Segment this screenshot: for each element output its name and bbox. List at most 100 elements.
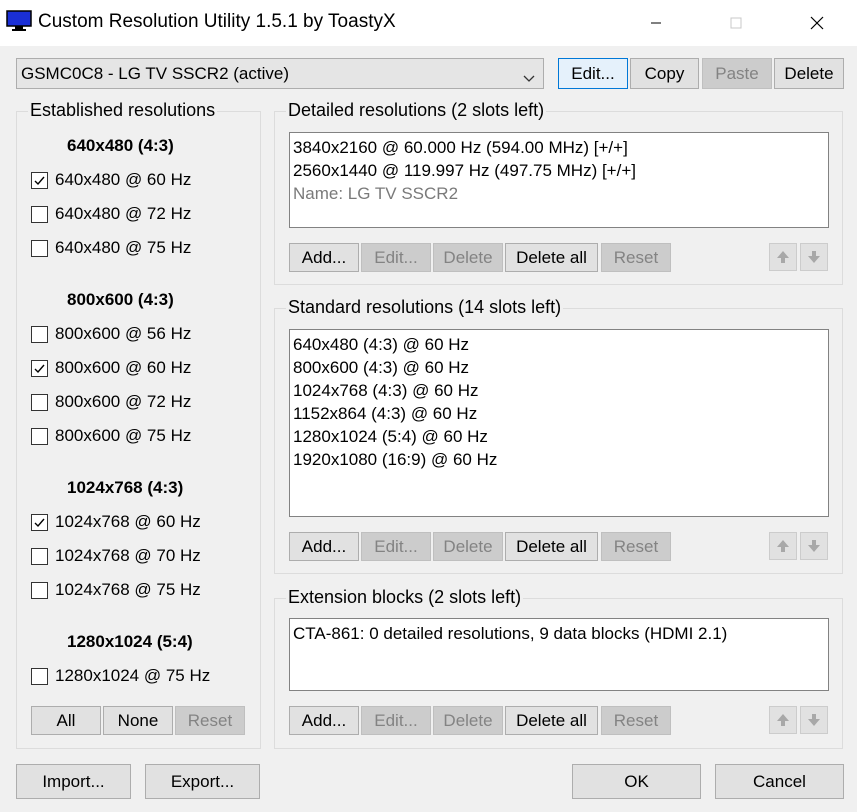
checkbox-box[interactable] [31, 205, 48, 223]
checkmark-icon [34, 364, 45, 373]
extension-title: Extension blocks (2 slots left) [286, 587, 524, 608]
standard-delete-button[interactable]: Delete [433, 532, 503, 561]
monitor-icon [6, 10, 32, 32]
checkmark-icon [34, 518, 45, 527]
detailed-title: Detailed resolutions (2 slots left) [286, 100, 547, 121]
checkbox-label: 640x480 @ 60 Hz [55, 170, 192, 189]
group-heading: 640x480 (4:3) [67, 136, 174, 155]
list-item[interactable]: 1280x1024 (5:4) @ 60 Hz [293, 425, 825, 448]
list-item[interactable]: 640x480 (4:3) @ 60 Hz [293, 333, 825, 356]
checkbox-1024x768-70[interactable]: 1024x768 @ 70 Hz [31, 545, 201, 567]
detailed-reset-button[interactable]: Reset [601, 243, 671, 272]
checkbox-800x600-72[interactable]: 800x600 @ 72 Hz [31, 391, 191, 413]
list-item[interactable]: 1024x768 (4:3) @ 60 Hz [293, 379, 825, 402]
cancel-button[interactable]: Cancel [715, 764, 844, 799]
select-all-button[interactable]: All [31, 706, 101, 735]
list-item[interactable]: 1152x864 (4:3) @ 60 Hz [293, 402, 825, 425]
arrow-up-icon [777, 251, 789, 263]
move-up-button[interactable] [769, 532, 797, 560]
arrow-down-icon [808, 540, 820, 552]
arrow-down-icon [808, 251, 820, 263]
standard-title: Standard resolutions (14 slots left) [286, 297, 564, 318]
checkbox-label: 800x600 @ 60 Hz [55, 358, 192, 377]
checkbox-box[interactable] [31, 581, 48, 599]
select-none-button[interactable]: None [103, 706, 173, 735]
move-up-button[interactable] [769, 243, 797, 271]
checkbox-box[interactable] [31, 427, 48, 445]
checkbox-1280x1024-75[interactable]: 1280x1024 @ 75 Hz [31, 665, 210, 687]
extension-list[interactable]: CTA-861: 0 detailed resolutions, 9 data … [289, 618, 829, 691]
checkbox-box[interactable] [31, 667, 48, 685]
checkbox-800x600-75[interactable]: 800x600 @ 75 Hz [31, 425, 191, 447]
checkbox-800x600-56[interactable]: 800x600 @ 56 Hz [31, 323, 191, 345]
edit-display-button[interactable]: Edit... [558, 58, 628, 89]
move-down-button[interactable] [800, 532, 828, 560]
detailed-delete-button[interactable]: Delete [433, 243, 503, 272]
standard-reset-button[interactable]: Reset [601, 532, 671, 561]
standard-edit-button[interactable]: Edit... [361, 532, 431, 561]
checkbox-label: 640x480 @ 75 Hz [55, 238, 192, 257]
checkbox-label: 1280x1024 @ 75 Hz [55, 666, 211, 685]
checkbox-box[interactable] [31, 513, 48, 531]
display-select[interactable]: GSMC0C8 - LG TV SSCR2 (active) [16, 58, 544, 89]
established-title: Established resolutions [28, 100, 218, 121]
checkbox-label: 800x600 @ 72 Hz [55, 392, 192, 411]
chevron-down-icon [523, 68, 535, 82]
arrow-up-icon [777, 714, 789, 726]
list-item[interactable]: 1920x1080 (16:9) @ 60 Hz [293, 448, 825, 471]
extension-reset-button[interactable]: Reset [601, 706, 671, 735]
standard-delete-all-button[interactable]: Delete all [505, 532, 598, 561]
display-select-value: GSMC0C8 - LG TV SSCR2 (active) [21, 64, 289, 83]
close-button[interactable] [797, 4, 837, 42]
list-item[interactable]: 3840x2160 @ 60.000 Hz (594.00 MHz) [+/+] [293, 136, 825, 159]
checkbox-box[interactable] [31, 547, 48, 565]
arrow-up-icon [777, 540, 789, 552]
delete-display-button[interactable]: Delete [774, 58, 844, 89]
checkbox-box[interactable] [31, 325, 48, 343]
extension-edit-button[interactable]: Edit... [361, 706, 431, 735]
checkbox-label: 800x600 @ 56 Hz [55, 324, 192, 343]
extension-add-button[interactable]: Add... [289, 706, 359, 735]
copy-button[interactable]: Copy [630, 58, 699, 89]
paste-button[interactable]: Paste [702, 58, 772, 89]
title-bar[interactable]: Custom Resolution Utility 1.5.1 by Toast… [0, 0, 857, 46]
detailed-list[interactable]: 3840x2160 @ 60.000 Hz (594.00 MHz) [+/+]… [289, 132, 829, 228]
standard-add-button[interactable]: Add... [289, 532, 359, 561]
move-down-button[interactable] [800, 243, 828, 271]
extension-delete-all-button[interactable]: Delete all [505, 706, 598, 735]
checkbox-box[interactable] [31, 359, 48, 377]
checkbox-1024x768-60[interactable]: 1024x768 @ 60 Hz [31, 511, 201, 533]
group-heading: 800x600 (4:3) [67, 290, 174, 309]
standard-list[interactable]: 640x480 (4:3) @ 60 Hz 800x600 (4:3) @ 60… [289, 329, 829, 517]
import-button[interactable]: Import... [16, 764, 131, 799]
list-item[interactable]: 2560x1440 @ 119.997 Hz (497.75 MHz) [+/+… [293, 159, 825, 182]
ok-button[interactable]: OK [572, 764, 701, 799]
checkbox-box[interactable] [31, 239, 48, 257]
detailed-delete-all-button[interactable]: Delete all [505, 243, 598, 272]
maximize-button[interactable] [716, 4, 756, 42]
group-heading: 1280x1024 (5:4) [67, 632, 193, 651]
checkbox-640x480-75[interactable]: 640x480 @ 75 Hz [31, 237, 191, 259]
list-item[interactable]: 800x600 (4:3) @ 60 Hz [293, 356, 825, 379]
extension-delete-button[interactable]: Delete [433, 706, 503, 735]
window-title: Custom Resolution Utility 1.5.1 by Toast… [38, 11, 396, 32]
minimize-button[interactable] [636, 4, 676, 42]
move-down-button[interactable] [800, 706, 828, 734]
arrow-down-icon [808, 714, 820, 726]
list-item[interactable]: CTA-861: 0 detailed resolutions, 9 data … [293, 622, 825, 645]
detailed-add-button[interactable]: Add... [289, 243, 359, 272]
checkbox-640x480-72[interactable]: 640x480 @ 72 Hz [31, 203, 191, 225]
checkbox-label: 800x600 @ 75 Hz [55, 426, 192, 445]
established-reset-button[interactable]: Reset [175, 706, 245, 735]
list-item[interactable]: Name: LG TV SSCR2 [293, 182, 825, 205]
checkbox-label: 1024x768 @ 75 Hz [55, 580, 201, 599]
checkbox-box[interactable] [31, 393, 48, 411]
detailed-edit-button[interactable]: Edit... [361, 243, 431, 272]
checkbox-800x600-60[interactable]: 800x600 @ 60 Hz [31, 357, 191, 379]
checkbox-640x480-60[interactable]: 640x480 @ 60 Hz [31, 169, 191, 191]
checkbox-box[interactable] [31, 171, 48, 189]
export-button[interactable]: Export... [145, 764, 260, 799]
move-up-button[interactable] [769, 706, 797, 734]
checkbox-1024x768-75[interactable]: 1024x768 @ 75 Hz [31, 579, 201, 601]
group-heading: 1024x768 (4:3) [67, 478, 184, 497]
